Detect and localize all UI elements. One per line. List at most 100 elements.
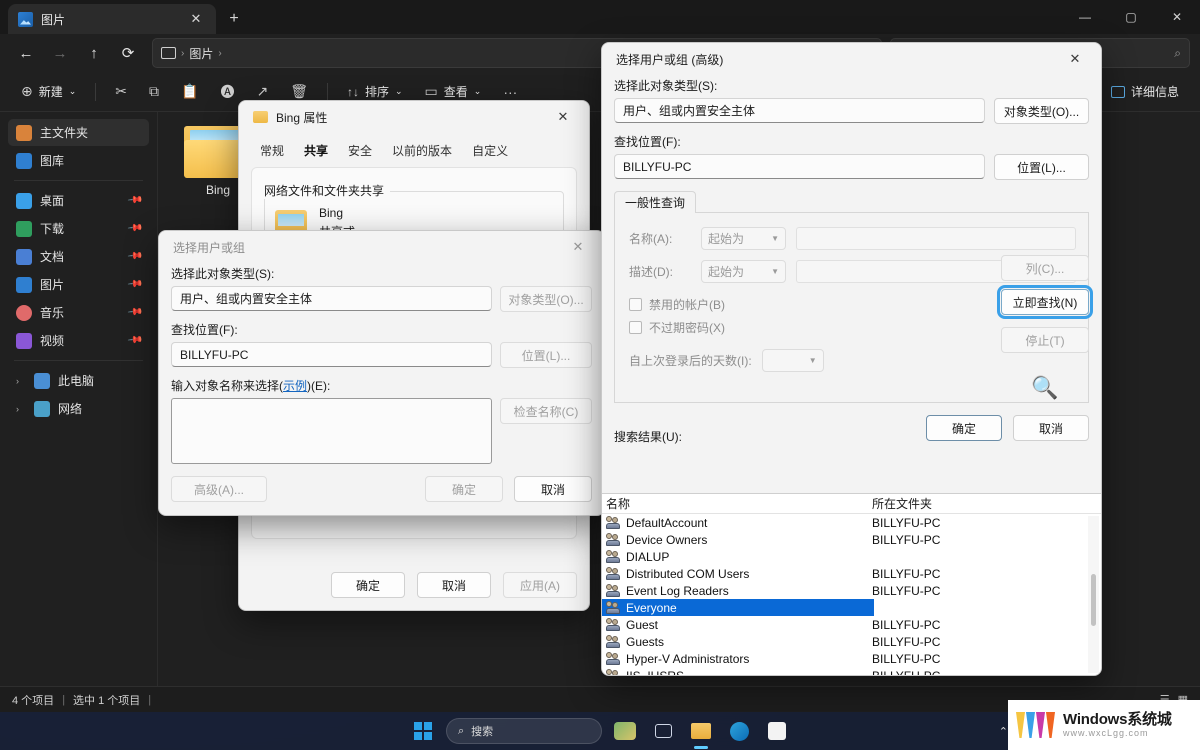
cut-button[interactable]: ✂ [106, 77, 136, 107]
back-icon[interactable]: ← [10, 38, 42, 68]
pin-icon[interactable]: 📌 [126, 192, 143, 208]
table-row[interactable]: Device Owners BILLYFU-PC [602, 531, 1101, 548]
pin-icon[interactable]: 📌 [126, 332, 143, 348]
tab-security[interactable]: 安全 [339, 137, 381, 163]
close-icon[interactable]: ✕ [184, 7, 208, 31]
table-row[interactable]: Guest BILLYFU-PC [602, 616, 1101, 633]
description-condition-select[interactable]: 起始为 ▼ [701, 260, 786, 283]
object-type-field[interactable]: 用户、组或内置安全主体 [171, 286, 492, 311]
ok-button[interactable]: 确定 [425, 476, 503, 502]
table-row[interactable]: Hyper-V Administrators BILLYFU-PC [602, 650, 1101, 667]
sidebar-item-pictures[interactable]: 图片 📌 [8, 271, 149, 298]
sidebar-item-this-pc[interactable]: › 此电脑 [8, 367, 149, 394]
stop-button[interactable]: 停止(T) [1001, 327, 1089, 353]
results-scrollbar[interactable] [1088, 516, 1099, 673]
minimize-icon[interactable]: — [1062, 0, 1108, 34]
table-row[interactable]: Distributed COM Users BILLYFU-PC [602, 565, 1101, 582]
task-view-button[interactable] [648, 716, 678, 746]
days-since-login-select[interactable]: ▼ [761, 349, 824, 372]
tab-common-queries[interactable]: 一般性查询 [614, 191, 697, 213]
taskbar-search[interactable]: ⌕ 搜索 [446, 718, 602, 744]
new-tab-button[interactable]: + [222, 7, 246, 31]
up-icon[interactable]: ↑ [78, 38, 110, 68]
non-expiring-password-checkbox[interactable] [629, 321, 642, 334]
sidebar-item-home[interactable]: 主文件夹 [8, 119, 149, 146]
chevron-right-icon[interactable]: › [16, 404, 26, 414]
pin-icon[interactable]: 📌 [126, 220, 143, 236]
location-field[interactable]: BILLYFU-PC [614, 154, 985, 179]
disabled-accounts-checkbox[interactable] [629, 298, 642, 311]
apply-button[interactable]: 应用(A) [503, 572, 577, 598]
item-count: 4 个项目 [12, 694, 55, 707]
ok-button[interactable]: 确定 [331, 572, 405, 598]
sidebar-item-documents[interactable]: 文档 📌 [8, 243, 149, 270]
close-icon[interactable]: ✕ [543, 102, 583, 132]
scrollbar-thumb[interactable] [1091, 574, 1096, 626]
cancel-button[interactable]: 取消 [417, 572, 491, 598]
store-icon [768, 722, 786, 740]
close-icon[interactable]: ✕ [1154, 0, 1200, 34]
search-icon[interactable]: ⌕ [1174, 46, 1181, 61]
object-types-button[interactable]: 对象类型(O)... [994, 98, 1089, 124]
breadcrumb-current[interactable]: 图片 [189, 45, 213, 62]
edge-icon [729, 721, 749, 741]
examples-link[interactable]: 示例 [283, 379, 307, 393]
name-input[interactable] [796, 227, 1076, 250]
object-type-field[interactable]: 用户、组或内置安全主体 [614, 98, 985, 123]
forward-icon[interactable]: → [44, 38, 76, 68]
tab-sharing[interactable]: 共享 [295, 137, 337, 163]
tab-customize[interactable]: 自定义 [463, 137, 517, 163]
pictures-icon [18, 11, 33, 27]
edge-button[interactable] [724, 716, 754, 746]
details-pane-button[interactable]: 详细信息 [1102, 77, 1188, 107]
sidebar-item-gallery[interactable]: 图库 [8, 147, 149, 174]
table-row[interactable]: DIALUP [602, 548, 1101, 565]
table-row[interactable]: Event Log Readers BILLYFU-PC [602, 582, 1101, 599]
ok-button[interactable]: 确定 [926, 415, 1002, 441]
table-row[interactable]: DefaultAccount BILLYFU-PC [602, 514, 1101, 531]
microsoft-store-button[interactable] [762, 716, 792, 746]
table-row-selected[interactable]: Everyone [602, 599, 874, 616]
column-header-name[interactable]: 名称 [602, 495, 872, 512]
chevron-right-icon[interactable]: › [16, 376, 26, 386]
refresh-icon[interactable]: ⟳ [112, 38, 144, 68]
find-now-button[interactable]: 立即查找(N) [997, 285, 1093, 319]
name-condition-select[interactable]: 起始为 ▼ [701, 227, 786, 250]
sidebar-item-downloads[interactable]: 下载 📌 [8, 215, 149, 242]
close-icon[interactable]: ✕ [1055, 44, 1095, 74]
object-names-input[interactable] [171, 398, 492, 464]
rename-button[interactable]: 🅐 [211, 77, 243, 107]
object-types-button[interactable]: 对象类型(O)... [500, 286, 592, 312]
check-names-button[interactable]: 检查名称(C) [500, 398, 592, 424]
search-results-list[interactable]: 名称 所在文件夹 DefaultAccount BILLYFU-PC Devic… [602, 493, 1101, 675]
close-icon[interactable]: ✕ [558, 232, 598, 262]
locations-button[interactable]: 位置(L)... [500, 342, 592, 368]
sidebar-item-desktop[interactable]: 桌面 📌 [8, 187, 149, 214]
new-button[interactable]: ⊕ 新建 ⌄ [12, 77, 85, 107]
sidebar-item-network[interactable]: › 网络 [8, 395, 149, 422]
table-row[interactable]: IIS_IUSRS BILLYFU-PC [602, 667, 1101, 675]
copy-button[interactable]: ⧉ [140, 77, 168, 107]
pin-icon[interactable]: 📌 [126, 248, 143, 264]
start-button[interactable] [408, 716, 438, 746]
cancel-button[interactable]: 取消 [1013, 415, 1089, 441]
sidebar-item-videos[interactable]: 视频 📌 [8, 327, 149, 354]
tray-expand-icon[interactable]: ⌃ [999, 725, 1008, 738]
table-row[interactable]: Guests BILLYFU-PC [602, 633, 1101, 650]
advanced-button[interactable]: 高级(A)... [171, 476, 267, 502]
locations-button[interactable]: 位置(L)... [994, 154, 1089, 180]
explorer-tab-pictures[interactable]: 图片 ✕ [8, 4, 216, 34]
maximize-icon[interactable]: ▢ [1108, 0, 1154, 34]
tab-general[interactable]: 常规 [251, 137, 293, 163]
tab-previous-versions[interactable]: 以前的版本 [383, 137, 461, 163]
paste-button[interactable]: 📋 [172, 77, 207, 107]
pin-icon[interactable]: 📌 [126, 304, 143, 320]
widgets-button[interactable] [610, 716, 640, 746]
location-field[interactable]: BILLYFU-PC [171, 342, 492, 367]
file-explorer-taskbar-button[interactable] [686, 716, 716, 746]
cancel-button[interactable]: 取消 [514, 476, 592, 502]
pin-icon[interactable]: 📌 [126, 276, 143, 292]
columns-button[interactable]: 列(C)... [1001, 255, 1089, 281]
column-header-folder[interactable]: 所在文件夹 [872, 495, 1022, 512]
sidebar-item-music[interactable]: 音乐 📌 [8, 299, 149, 326]
